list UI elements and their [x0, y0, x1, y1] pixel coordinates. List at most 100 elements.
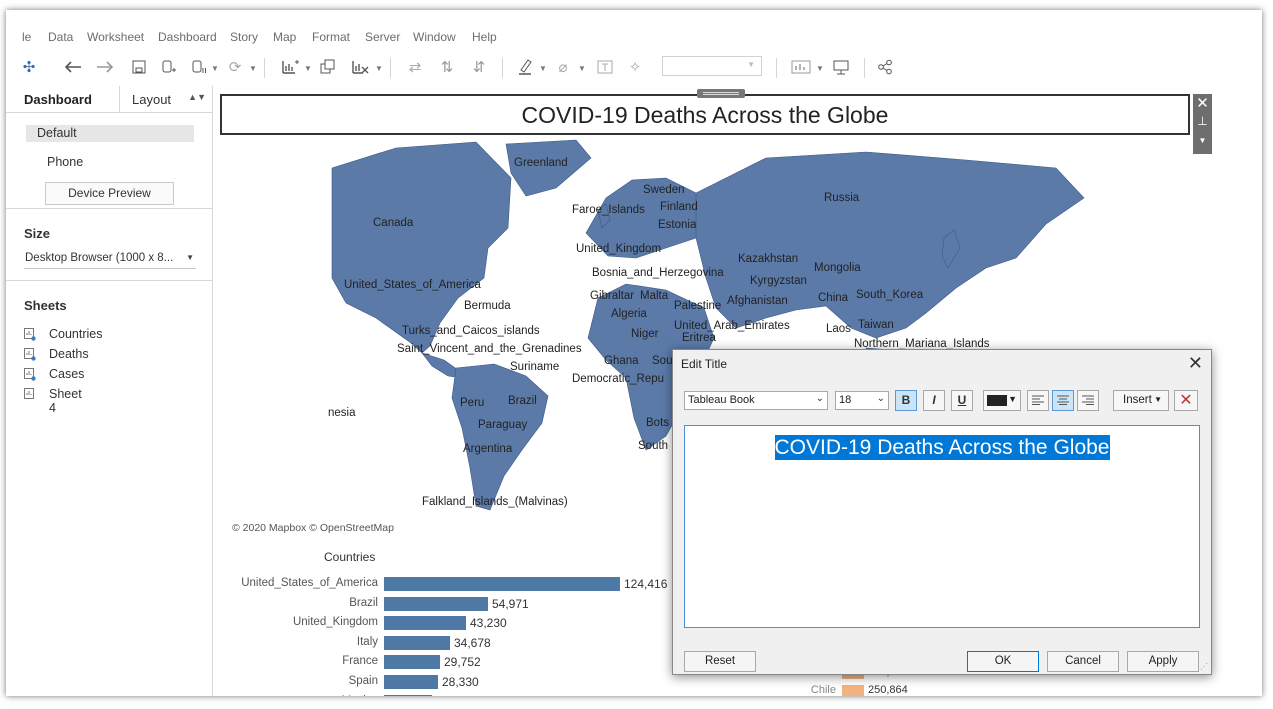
device-phone[interactable]: Phone	[47, 155, 83, 169]
refresh-icon[interactable]: ⟳	[224, 56, 246, 78]
save-icon[interactable]	[128, 56, 150, 78]
new-datasource-icon[interactable]	[158, 56, 180, 78]
bar-row[interactable]: United_Kingdom 43,230	[226, 615, 676, 631]
fit-dropdown[interactable]: ▼	[662, 56, 762, 76]
size-dropdown-value: Desktop Browser (1000 x 8...	[25, 252, 174, 264]
menu-dashboard[interactable]: Dashboard	[158, 30, 217, 44]
dropdown-arrow-icon[interactable]: ▼	[539, 64, 547, 73]
bar-chart-header: Countries	[324, 550, 376, 564]
map-label: nesia	[328, 407, 356, 419]
align-right-icon	[1082, 395, 1094, 405]
align-left-button[interactable]	[1027, 390, 1049, 411]
tab-layout[interactable]: Layout ▲▼	[119, 86, 213, 112]
insert-button[interactable]: Insert ▼	[1113, 390, 1169, 411]
menu-window[interactable]: Window	[413, 30, 456, 44]
menu-map[interactable]: Map	[273, 30, 296, 44]
fix-axes-icon[interactable]: ✧	[624, 56, 646, 78]
map-label: Brazil	[508, 395, 537, 407]
bold-button[interactable]: B	[895, 390, 917, 411]
menu-bar: le Data Worksheet Dashboard Story Map Fo…	[6, 26, 1262, 48]
highlight-pen-icon[interactable]	[514, 56, 536, 78]
swap-rows-columns-icon[interactable]: ⇄	[404, 56, 426, 78]
reset-button[interactable]: Reset	[684, 651, 756, 672]
show-me-icon[interactable]	[788, 56, 814, 78]
new-worksheet-icon[interactable]	[278, 56, 302, 78]
back-arrow-icon[interactable]	[62, 56, 84, 78]
font-size-select[interactable]: 18 ⌄	[835, 391, 889, 410]
size-dropdown[interactable]: Desktop Browser (1000 x 8... ▼	[24, 250, 196, 269]
font-color-button[interactable]: ▼	[983, 390, 1021, 411]
clear-formatting-button[interactable]: ✕	[1174, 390, 1198, 411]
bar[interactable]	[384, 616, 466, 631]
map-label: Bots	[646, 417, 670, 429]
map-label: Democratic_Repu	[572, 373, 665, 385]
pin-icon[interactable]: ⊥	[1193, 114, 1212, 128]
dropdown-arrow-icon[interactable]: ▼	[249, 64, 257, 73]
ok-button[interactable]: OK	[967, 651, 1039, 672]
dropdown-arrow-icon[interactable]: ▼	[211, 64, 219, 73]
divider	[6, 280, 212, 281]
dropdown-arrow-icon[interactable]: ▼	[816, 64, 824, 73]
bar-row[interactable]: France 29,752	[226, 654, 676, 670]
menu-story[interactable]: Story	[230, 30, 258, 44]
italic-button[interactable]: I	[923, 390, 945, 411]
forward-arrow-icon[interactable]	[94, 56, 116, 78]
dashboard-title[interactable]: COVID-19 Deaths Across the Globe	[220, 89, 1190, 135]
pause-datasource-icon[interactable]	[188, 56, 210, 78]
bar[interactable]	[384, 635, 450, 650]
device-default[interactable]: Default	[26, 125, 194, 142]
chevron-down-icon: ▼	[1008, 394, 1017, 404]
bar-row[interactable]: Spain 28,330	[226, 674, 676, 690]
menu-format[interactable]: Format	[312, 30, 350, 44]
more-options-icon[interactable]: ▼	[1193, 136, 1212, 145]
dropdown-arrow-icon[interactable]: ▼	[375, 64, 383, 73]
share-icon[interactable]	[874, 56, 896, 78]
dropdown-arrow-icon[interactable]: ▼	[578, 64, 586, 73]
tableau-logo-icon[interactable]: ✣	[20, 56, 38, 78]
tab-dashboard[interactable]: Dashboard	[24, 92, 92, 107]
align-right-button[interactable]	[1077, 390, 1099, 411]
title-text-editor[interactable]: COVID-19 Deaths Across the Globe	[684, 425, 1200, 628]
bar-category-label: France	[342, 655, 378, 668]
bar-row[interactable]: Mexico 25,060	[226, 694, 676, 696]
tab-layout-label: Layout	[132, 92, 172, 107]
menu-file[interactable]: le	[22, 30, 31, 44]
align-center-button[interactable]	[1052, 390, 1074, 411]
device-preview-button[interactable]: Device Preview	[45, 182, 174, 205]
countries-bar-chart: Countries United_States_of_America 124,41…	[226, 542, 676, 696]
bar-category-label: United_States_of_America	[241, 577, 378, 589]
underline-button[interactable]: U	[951, 390, 973, 411]
bar[interactable]	[384, 655, 440, 670]
font-family-select[interactable]: Tableau Book ⌄	[684, 391, 828, 410]
bar-row[interactable]: United_States_of_America 124,416	[226, 576, 676, 592]
bar-row[interactable]: Italy 34,678	[226, 635, 676, 651]
divider	[6, 208, 212, 209]
duplicate-sheet-icon[interactable]	[316, 56, 340, 78]
dropdown-arrow-icon[interactable]: ▼	[304, 64, 312, 73]
bar-row[interactable]: Brazil 54,971	[226, 596, 676, 612]
bar[interactable]	[384, 596, 488, 611]
drag-handle-icon[interactable]	[697, 89, 745, 98]
bar[interactable]	[384, 675, 438, 689]
close-icon[interactable]: ✕	[1193, 94, 1212, 112]
group-members-icon[interactable]: ⌀	[552, 56, 574, 78]
presentation-mode-icon[interactable]	[830, 56, 852, 78]
clear-sheet-icon[interactable]	[348, 56, 372, 78]
map-label: Faroe_Islands	[572, 204, 645, 216]
resize-grip-icon[interactable]: ⋰	[1200, 662, 1208, 671]
show-labels-icon[interactable]	[594, 56, 616, 78]
sort-descending-icon[interactable]: ⇵	[468, 56, 490, 78]
toolbar-separator	[502, 58, 503, 78]
menu-help[interactable]: Help	[472, 30, 497, 44]
apply-button[interactable]: Apply	[1127, 651, 1199, 672]
close-icon[interactable]: ✕	[1188, 353, 1203, 374]
bar-value-label: 25,060	[436, 695, 473, 696]
bar[interactable]	[384, 577, 620, 591]
bar[interactable]	[384, 694, 432, 696]
menu-server[interactable]: Server	[365, 30, 400, 44]
selected-title-text[interactable]: COVID-19 Deaths Across the Globe	[774, 435, 1110, 460]
menu-worksheet[interactable]: Worksheet	[87, 30, 144, 44]
sort-ascending-icon[interactable]: ⇅	[436, 56, 458, 78]
cancel-button[interactable]: Cancel	[1047, 651, 1119, 672]
menu-data[interactable]: Data	[48, 30, 73, 44]
